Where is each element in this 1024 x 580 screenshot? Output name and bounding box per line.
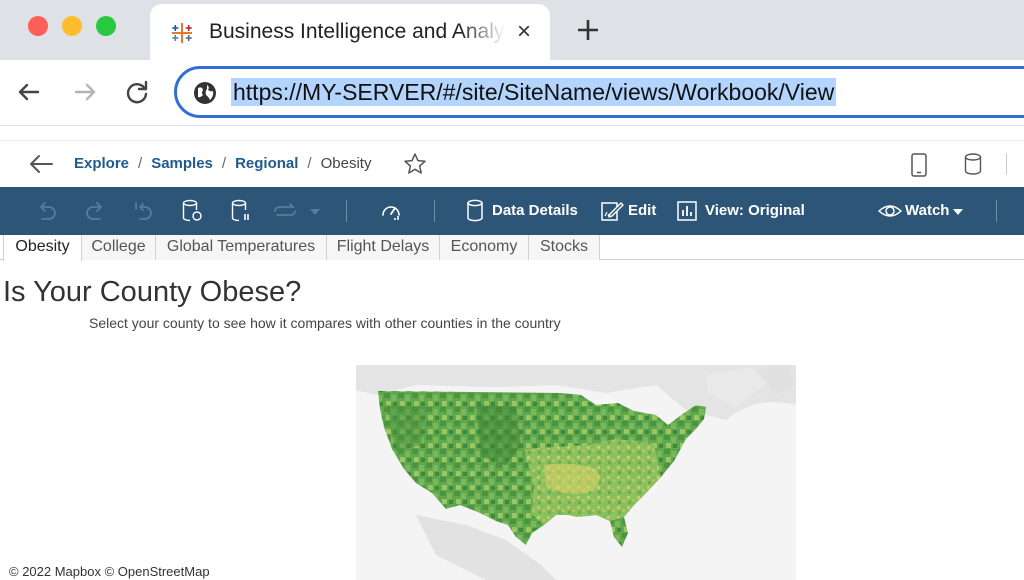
address-bar[interactable]: https://MY-SERVER/#/site/SiteName/views/… bbox=[174, 66, 1024, 118]
url-text[interactable]: https://MY-SERVER/#/site/SiteName/views/… bbox=[231, 78, 836, 106]
breadcrumb-separator: / bbox=[138, 155, 142, 172]
toolbar-separator bbox=[346, 200, 347, 222]
close-tab-icon[interactable]: × bbox=[512, 20, 536, 44]
breadcrumb-explore[interactable]: Explore bbox=[74, 155, 129, 172]
data-details-icon[interactable] bbox=[466, 199, 484, 223]
watch-button[interactable]: Watch bbox=[905, 202, 949, 219]
performance-gauge-icon[interactable] bbox=[380, 199, 402, 223]
pause-updates-icon[interactable] bbox=[230, 199, 252, 223]
window-maximize-button[interactable] bbox=[96, 16, 116, 36]
redo-icon[interactable] bbox=[84, 199, 106, 223]
dashboard-subtitle: Select your county to see how it compare… bbox=[89, 315, 561, 331]
browser-tab[interactable]: Business Intelligence and Analytics × bbox=[150, 4, 550, 60]
reload-icon[interactable] bbox=[122, 77, 152, 107]
window-minimize-button[interactable] bbox=[62, 16, 82, 36]
breadcrumb-separator: / bbox=[307, 155, 311, 172]
favorite-star-icon[interactable] bbox=[403, 152, 427, 176]
window-close-button[interactable] bbox=[28, 16, 48, 36]
device-preview-icon[interactable] bbox=[911, 153, 927, 177]
undo-icon[interactable] bbox=[36, 199, 58, 223]
toolbar-separator bbox=[996, 200, 997, 222]
tableau-logo-icon bbox=[170, 21, 194, 45]
data-source-icon[interactable] bbox=[964, 153, 982, 175]
breadcrumb-separator: / bbox=[222, 155, 226, 172]
tab-flight-delays[interactable]: Flight Delays bbox=[327, 235, 440, 260]
tab-global-temperatures[interactable]: Global Temperatures bbox=[156, 235, 327, 260]
watch-eye-icon[interactable] bbox=[878, 199, 902, 223]
data-details-button[interactable]: Data Details bbox=[492, 202, 578, 219]
breadcrumb-samples[interactable]: Samples bbox=[151, 155, 213, 172]
breadcrumb-current: Obesity bbox=[321, 155, 372, 172]
toolbar-separator bbox=[434, 200, 435, 222]
breadcrumb: Explore / Samples / Regional / Obesity bbox=[74, 155, 371, 172]
tab-college[interactable]: College bbox=[82, 235, 156, 260]
revert-icon[interactable] bbox=[132, 199, 154, 223]
browser-back-icon[interactable] bbox=[14, 77, 44, 107]
edit-icon[interactable] bbox=[600, 199, 624, 223]
dashboard-title: Is Your County Obese? bbox=[3, 276, 301, 309]
tab-stocks[interactable]: Stocks bbox=[529, 235, 600, 260]
map-attribution: © 2022 Mapbox © OpenStreetMap bbox=[9, 564, 210, 579]
view-toolbar: Data Details Edit View: Original Watch bbox=[0, 187, 1024, 235]
breadcrumb-regional[interactable]: Regional bbox=[235, 155, 298, 172]
new-tab-icon[interactable] bbox=[574, 16, 602, 44]
view-original-icon[interactable] bbox=[677, 199, 697, 223]
sheet-tabs: Obesity College Global Temperatures Flig… bbox=[0, 235, 1024, 260]
view-original-button[interactable]: View: Original bbox=[705, 202, 805, 219]
tab-economy[interactable]: Economy bbox=[440, 235, 529, 260]
edit-button[interactable]: Edit bbox=[628, 202, 656, 219]
browser-forward-icon[interactable] bbox=[70, 77, 100, 107]
tab-obesity[interactable]: Obesity bbox=[3, 235, 82, 261]
watch-dropdown-icon[interactable] bbox=[952, 199, 964, 223]
browser-tab-title: Business Intelligence and Analytics bbox=[209, 20, 505, 44]
refresh-data-icon[interactable] bbox=[181, 199, 203, 223]
app-header: Explore / Samples / Regional / Obesity bbox=[0, 140, 1024, 187]
globe-icon[interactable] bbox=[193, 81, 217, 105]
header-divider bbox=[1006, 153, 1007, 175]
county-obesity-map[interactable] bbox=[356, 365, 796, 580]
replay-animation-icon[interactable] bbox=[271, 199, 299, 223]
back-arrow-icon[interactable] bbox=[28, 153, 54, 175]
replay-dropdown-icon[interactable] bbox=[309, 199, 321, 223]
browser-tab-strip: Business Intelligence and Analytics × bbox=[0, 0, 1024, 60]
browser-toolbar: https://MY-SERVER/#/site/SiteName/views/… bbox=[0, 60, 1024, 126]
